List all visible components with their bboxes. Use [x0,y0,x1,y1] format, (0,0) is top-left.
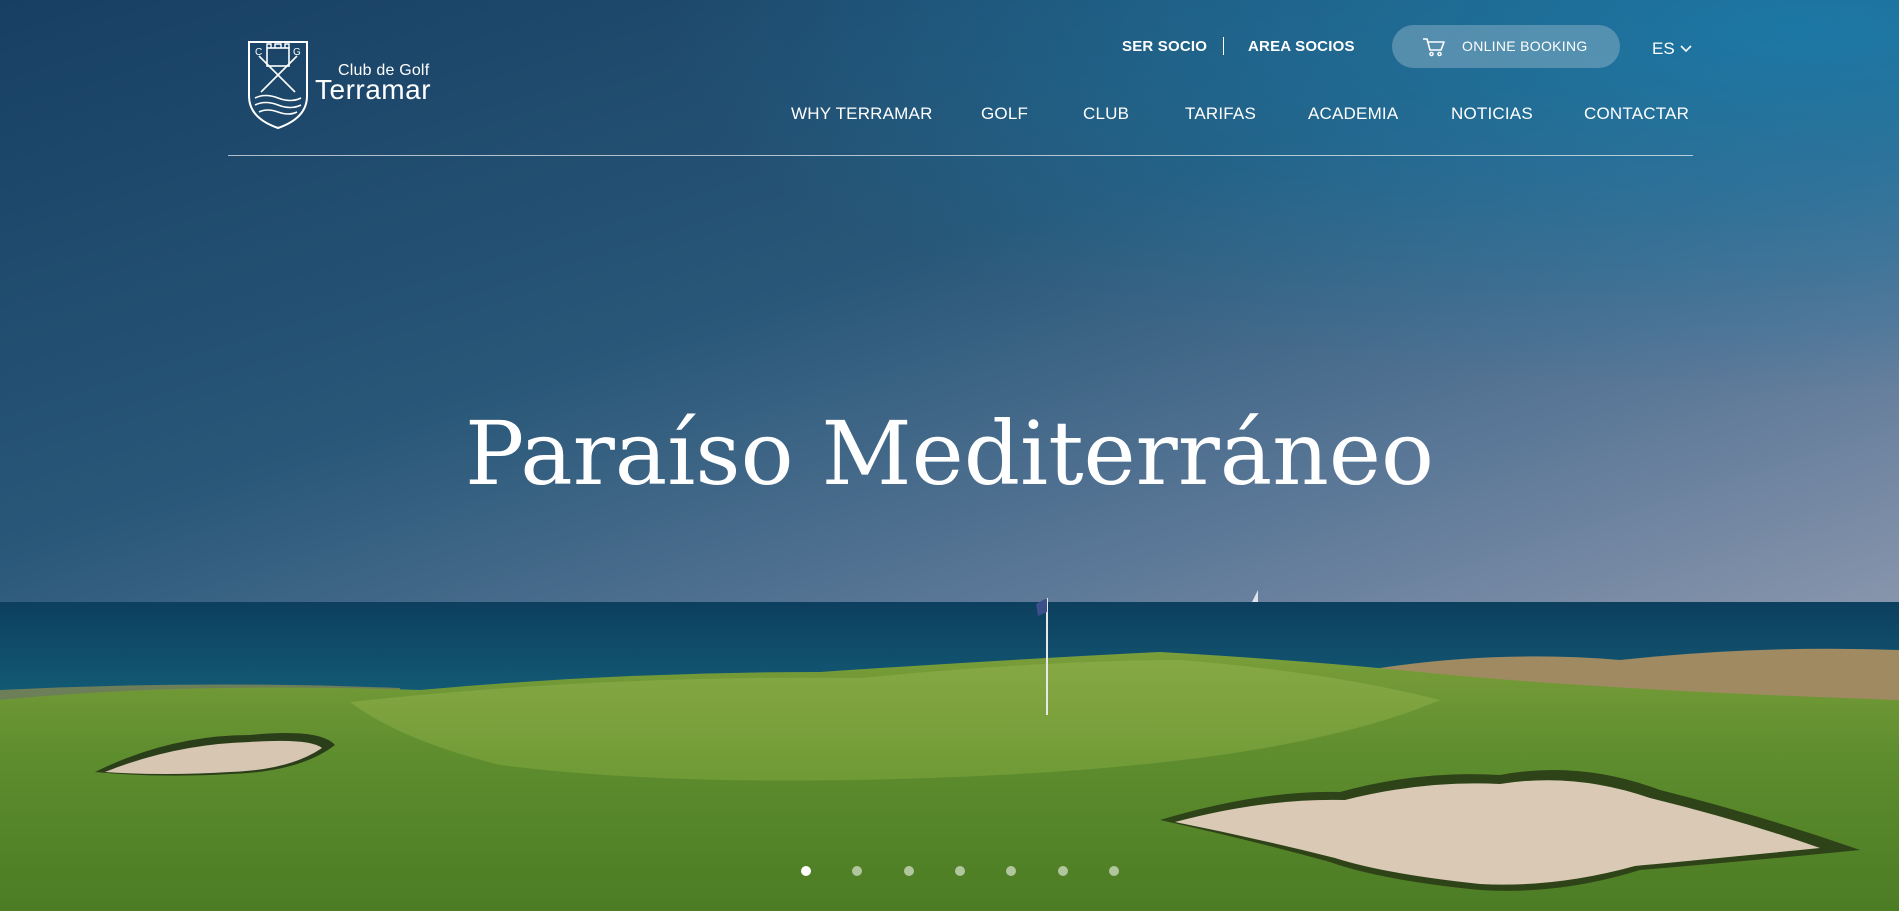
carousel-dot[interactable] [1058,866,1068,876]
carousel-dot[interactable] [1109,866,1119,876]
carousel-dot[interactable] [1006,866,1016,876]
chevron-down-icon [1680,45,1692,53]
crest-letter-c: C [255,47,262,58]
nav-tarifas[interactable]: TARIFAS [1185,104,1256,124]
header-divider [228,155,1693,156]
language-label: ES [1652,39,1675,58]
crest-icon: C G [248,41,308,130]
carousel-dot[interactable] [955,866,965,876]
cart-icon [1423,38,1445,57]
nav-club[interactable]: CLUB [1083,104,1129,124]
online-booking-label: ONLINE BOOKING [1462,38,1588,54]
carousel-dot[interactable] [852,866,862,876]
carousel-pagination [0,866,1899,878]
carousel-dot[interactable] [904,866,914,876]
area-socios-link[interactable]: AREA SOCIOS [1248,38,1355,56]
hero-headline: Paraíso Mediterráneo [465,402,1434,505]
brand-name-big: Terramar [315,74,432,105]
language-selector[interactable]: ES [1652,39,1692,59]
nav-contactar[interactable]: CONTACTAR [1584,104,1689,124]
site-logo[interactable]: C G Club de Golf Terramar [245,38,445,130]
nav-noticias[interactable]: NOTICIAS [1451,104,1533,124]
nav-why-terramar[interactable]: WHY TERRAMAR [791,104,933,124]
nav-academia[interactable]: ACADEMIA [1308,104,1398,124]
crest-letter-g: G [293,47,301,58]
nav-golf[interactable]: GOLF [981,104,1028,124]
ser-socio-link[interactable]: SER SOCIO [1122,38,1207,56]
carousel-dot[interactable] [801,866,811,876]
online-booking-button[interactable]: ONLINE BOOKING [1392,25,1620,68]
utility-divider [1223,37,1224,55]
